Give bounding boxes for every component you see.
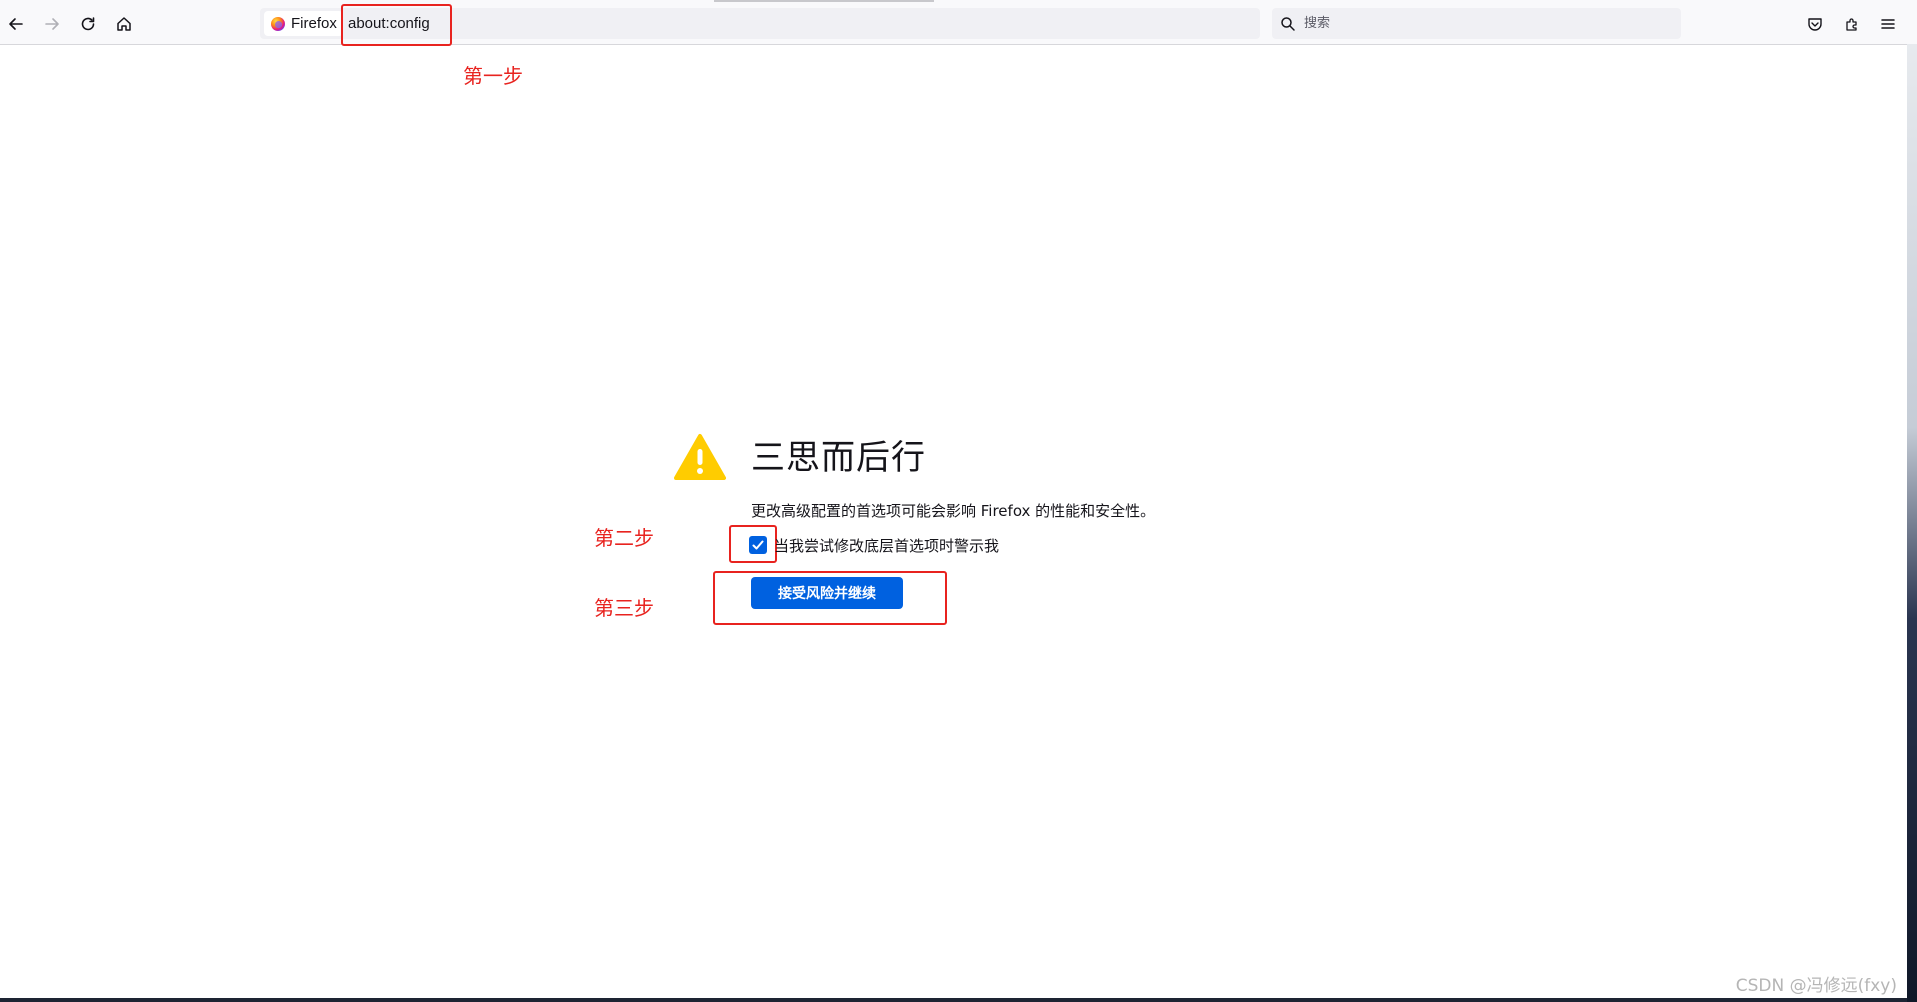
accept-risk-button[interactable]: 接受风险并继续 (751, 577, 903, 609)
taskbar-edge (0, 998, 1907, 1002)
warning-triangle-icon (674, 434, 726, 480)
identity-box[interactable]: Firefox (264, 11, 343, 36)
checkmark-icon (752, 540, 764, 550)
pocket-button[interactable] (1799, 8, 1831, 40)
hamburger-menu-icon (1881, 19, 1895, 29)
desktop-edge (1907, 44, 1917, 1002)
step1-annotation: 第一步 (463, 64, 523, 88)
step2-annotation: 第二步 (594, 526, 654, 550)
search-icon (1280, 16, 1296, 32)
home-icon (117, 17, 131, 31)
page-title: 三思而后行 (751, 438, 926, 478)
home-button[interactable] (108, 8, 140, 40)
menu-button[interactable] (1872, 8, 1904, 40)
search-input[interactable] (1302, 15, 1666, 32)
warning-description: 更改高级配置的首选项可能会影响 Firefox 的性能和安全性。 (751, 502, 1156, 520)
warn-checkbox-label[interactable]: 当我尝试修改底层首选项时警示我 (774, 535, 999, 556)
tab-strip-edge (714, 0, 934, 2)
step1-highlight-box (341, 4, 452, 46)
firefox-logo-icon (271, 16, 285, 31)
puzzle-icon (1846, 18, 1857, 31)
reload-icon (81, 17, 95, 31)
step3-annotation: 第三步 (594, 596, 654, 620)
warn-checkbox[interactable] (749, 536, 767, 554)
watermark: CSDN @冯修远(fxy) (1735, 976, 1897, 996)
reload-button[interactable] (72, 8, 104, 40)
search-bar[interactable] (1272, 8, 1681, 39)
pocket-icon (1808, 18, 1822, 31)
forward-button[interactable] (36, 8, 68, 40)
back-button[interactable] (0, 8, 32, 40)
identity-label: Firefox (291, 15, 337, 32)
arrow-left-icon (9, 18, 23, 30)
browser-toolbar: Firefox (0, 0, 1917, 46)
extensions-button[interactable] (1836, 8, 1868, 40)
arrow-right-icon (45, 18, 59, 30)
browser-window: Firefox 第一步 第二步 第三步 (0, 0, 1917, 1002)
